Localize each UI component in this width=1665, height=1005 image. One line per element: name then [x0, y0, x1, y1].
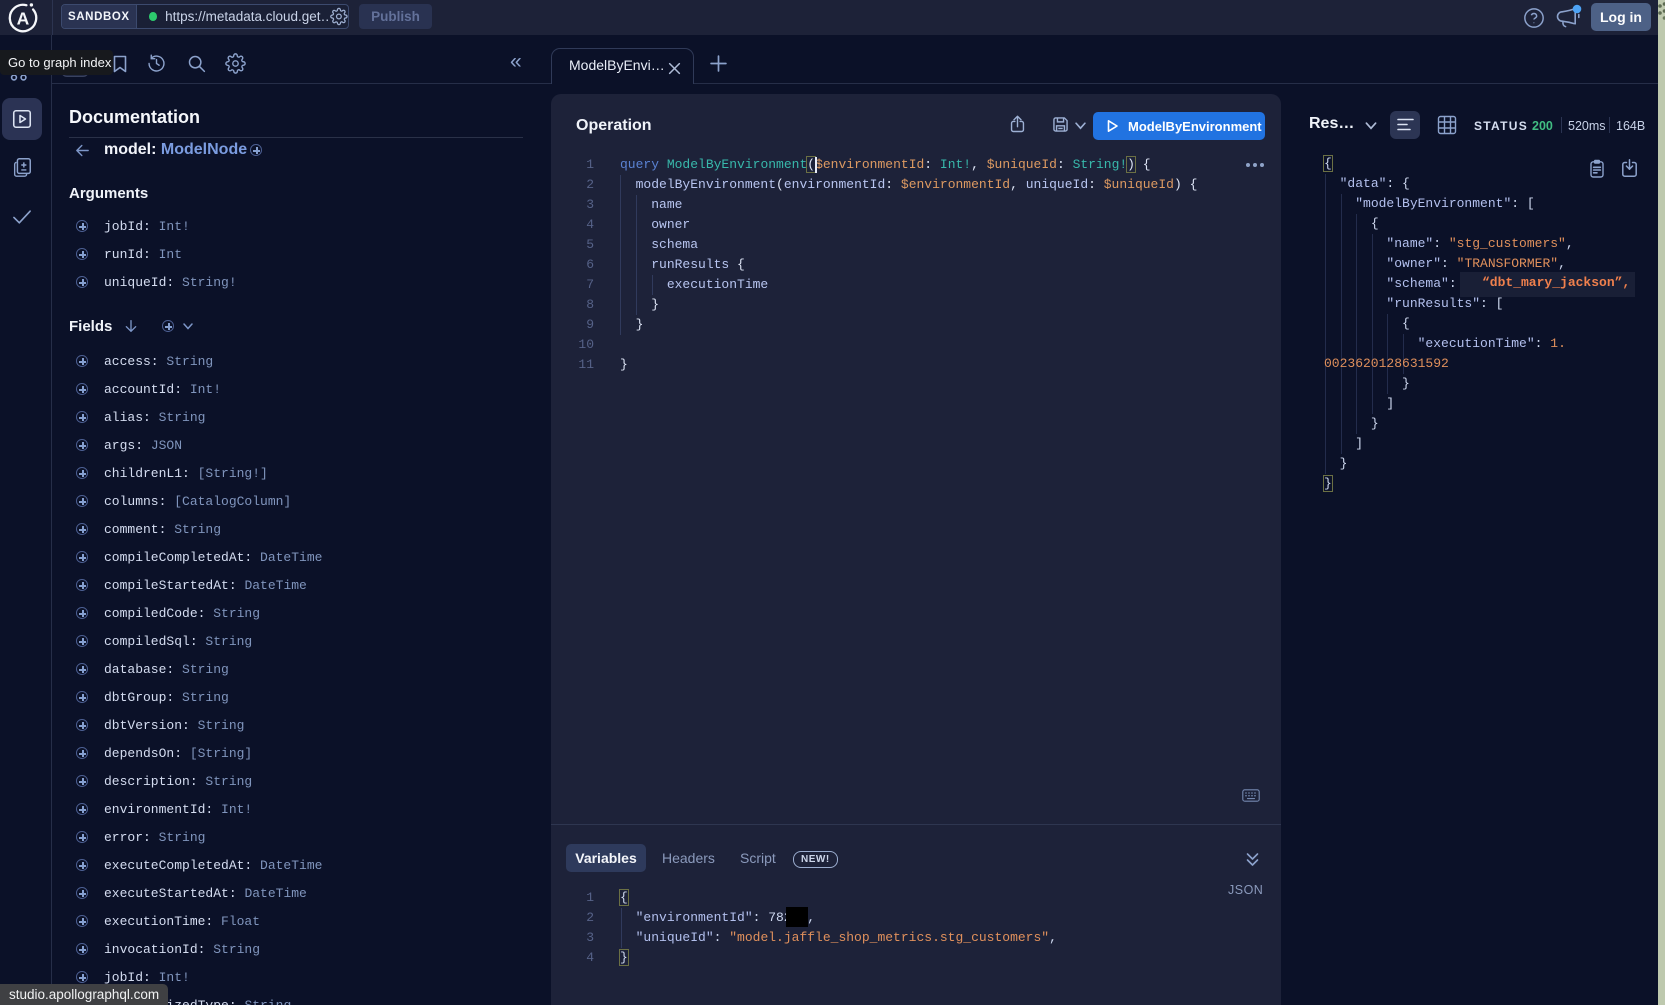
svg-text:A: A	[17, 9, 30, 29]
